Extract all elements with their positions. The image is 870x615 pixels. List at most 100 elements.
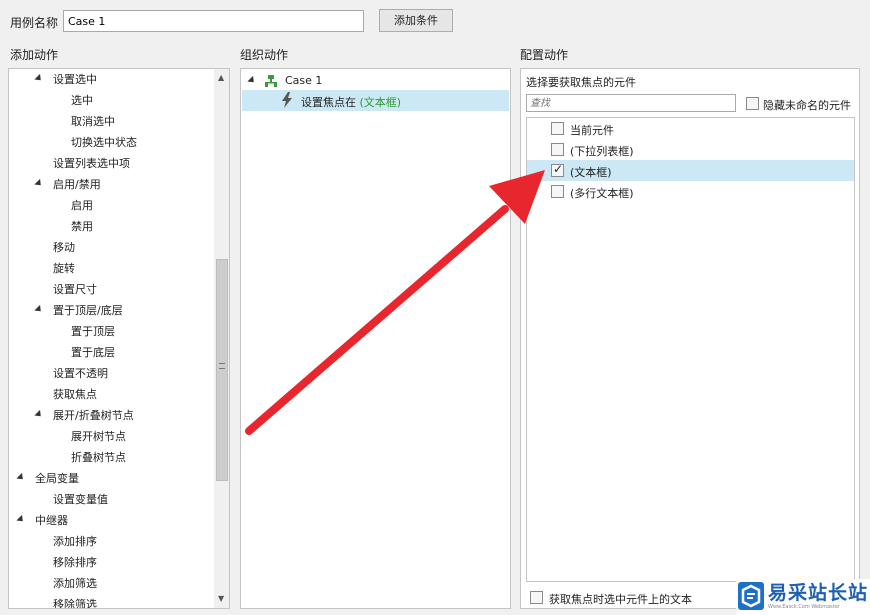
scroll-thumb[interactable] [216, 259, 228, 481]
action-tree-item-label: 添加排序 [53, 535, 97, 548]
action-tree-item[interactable]: 展开树节点 [9, 426, 213, 447]
action-tree-item[interactable]: 设置列表选中项 [9, 153, 213, 174]
action-tree-item[interactable]: 添加排序 [9, 531, 213, 552]
action-tree-item[interactable]: 选中 [9, 90, 213, 111]
action-tree-item-label: 展开树节点 [71, 430, 126, 443]
action-tree-item-label: 移除筛选 [53, 598, 97, 609]
watermark-title: 易采站长站 [768, 582, 869, 604]
watermark-subtitle: Www.Easck.Com Webmaster [768, 604, 840, 610]
action-tree-item-label: 设置列表选中项 [53, 157, 130, 170]
action-tree-item[interactable]: 置于顶层/底层 [9, 300, 213, 321]
configure-actions-panel: 选择要获取焦点的元件 隐藏未命名的元件 当前元件 (下拉列表框) (文本框) (多行文… [520, 68, 860, 609]
expand-triangle-icon[interactable] [34, 304, 44, 315]
select-text-checkbox[interactable] [530, 591, 543, 604]
action-tree-item-label: 中继器 [35, 514, 68, 527]
action-tree-item-label: 切换选中状态 [71, 136, 137, 149]
action-tree-item-label: 获取焦点 [53, 388, 97, 401]
action-tree-item-label: 移除排序 [53, 556, 97, 569]
widget-list: 当前元件 (下拉列表框) (文本框) (多行文本框) [526, 117, 855, 582]
lightning-icon [281, 92, 293, 108]
action-tree-item[interactable]: 设置变量值 [9, 489, 213, 510]
action-tree-item[interactable]: 设置选中 [9, 69, 213, 90]
action-tree-scrollbar[interactable]: ▲ ▼ [214, 69, 229, 608]
organize-actions-title: 组织动作 [240, 48, 289, 62]
action-tree-item-label: 设置不透明 [53, 367, 108, 380]
select-text-label: 获取焦点时选中元件上的文本 [549, 593, 692, 606]
action-tree-item[interactable]: 取消选中 [9, 111, 213, 132]
case-name-label: 用例名称 [10, 16, 59, 30]
action-tree-item-label: 禁用 [71, 220, 93, 233]
action-tree-item[interactable]: 置于顶层 [9, 321, 213, 342]
action-tree-item-label: 添加筛选 [53, 577, 97, 590]
add-actions-panel: 设置选中选中取消选中切换选中状态设置列表选中项 启用/禁用启用禁用移动旋转设置尺寸… [8, 68, 230, 609]
case-node[interactable]: Case 1 [247, 71, 507, 92]
expand-triangle-icon[interactable] [16, 472, 26, 483]
action-tree-item[interactable]: 移除排序 [9, 552, 213, 573]
expand-triangle-icon[interactable] [16, 514, 26, 525]
action-tree-item[interactable]: 添加筛选 [9, 573, 213, 594]
action-tree-item[interactable]: 启用 [9, 195, 213, 216]
action-tree-item-label: 展开/折叠树节点 [53, 409, 134, 422]
action-tree-item-label: 旋转 [53, 262, 75, 275]
action-tree-item-label: 启用 [71, 199, 93, 212]
case-name-input[interactable] [63, 10, 364, 32]
action-tree-item-label: 启用/禁用 [53, 178, 101, 191]
action-tree-item[interactable]: 设置尺寸 [9, 279, 213, 300]
action-tree-item[interactable]: 设置不透明 [9, 363, 213, 384]
action-tree-item-label: 折叠树节点 [71, 451, 126, 464]
action-tree-item-label: 置于底层 [71, 346, 115, 359]
action-target: (文本框) [359, 96, 402, 109]
watermark: 易采站长站 Www.Easck.Com Webmaster [736, 579, 870, 615]
action-tree-item[interactable]: 启用/禁用 [9, 174, 213, 195]
action-tree-item-label: 设置尺寸 [53, 283, 97, 296]
action-row-set-focus[interactable]: 设置焦点在 (文本框) [242, 90, 509, 111]
widget-label: (多行文本框) [570, 187, 634, 200]
widget-row[interactable]: 当前元件 [527, 118, 854, 139]
action-tree-item-label: 全局变量 [35, 472, 79, 485]
widget-checkbox[interactable] [551, 185, 564, 198]
watermark-logo-icon [738, 582, 764, 610]
action-tree-item[interactable]: 禁用 [9, 216, 213, 237]
expand-triangle-icon[interactable] [34, 178, 44, 189]
action-tree-item[interactable]: 旋转 [9, 258, 213, 279]
grip-icon [219, 363, 225, 369]
widget-checkbox[interactable] [551, 162, 564, 177]
action-tree-item[interactable]: 展开/折叠树节点 [9, 405, 213, 426]
expand-triangle-icon[interactable] [34, 409, 44, 420]
hide-unnamed-label: 隐藏未命名的元件 [763, 99, 851, 112]
scroll-down-icon[interactable]: ▼ [218, 594, 224, 603]
action-tree-item[interactable]: 切换选中状态 [9, 132, 213, 153]
widget-label: (文本框) [570, 166, 612, 179]
configure-actions-title: 配置动作 [520, 48, 569, 62]
action-tree-item[interactable]: 移动 [9, 237, 213, 258]
expand-triangle-icon[interactable] [34, 73, 44, 84]
widget-row[interactable]: (文本框) [527, 160, 854, 181]
widget-label: (下拉列表框) [570, 145, 634, 158]
action-tree-item[interactable]: 获取焦点 [9, 384, 213, 405]
add-condition-button[interactable]: 添加条件 [379, 9, 453, 32]
widget-checkbox[interactable] [551, 143, 564, 156]
action-tree-item-label: 设置变量值 [53, 493, 108, 506]
widget-checkbox[interactable] [551, 122, 564, 135]
action-tree-item[interactable]: 折叠树节点 [9, 447, 213, 468]
widget-row[interactable]: (下拉列表框) [527, 139, 854, 160]
collapse-triangle-icon[interactable] [247, 75, 257, 86]
action-tree-item-label: 置于顶层/底层 [53, 304, 123, 317]
hide-unnamed-checkbox[interactable] [746, 97, 759, 110]
action-tree-item-label: 置于顶层 [71, 325, 115, 338]
widget-row[interactable]: (多行文本框) [527, 181, 854, 202]
case-tree-icon [265, 75, 277, 87]
action-tree-item[interactable]: 中继器 [9, 510, 213, 531]
scroll-up-icon[interactable]: ▲ [218, 73, 224, 82]
action-tree-item[interactable]: 全局变量 [9, 468, 213, 489]
action-tree-item-label: 移动 [53, 241, 75, 254]
action-tree-item[interactable]: 置于底层 [9, 342, 213, 363]
organize-actions-panel: Case 1 设置焦点在 (文本框) [240, 68, 511, 609]
widget-label: 当前元件 [570, 124, 614, 137]
action-tree-item[interactable]: 移除筛选 [9, 594, 213, 609]
action-tree-item-label: 取消选中 [71, 115, 115, 128]
case-node-label: Case 1 [285, 74, 323, 87]
action-tree-item-label: 设置选中 [53, 73, 97, 86]
search-input[interactable] [526, 94, 736, 112]
add-actions-title: 添加动作 [10, 48, 59, 62]
